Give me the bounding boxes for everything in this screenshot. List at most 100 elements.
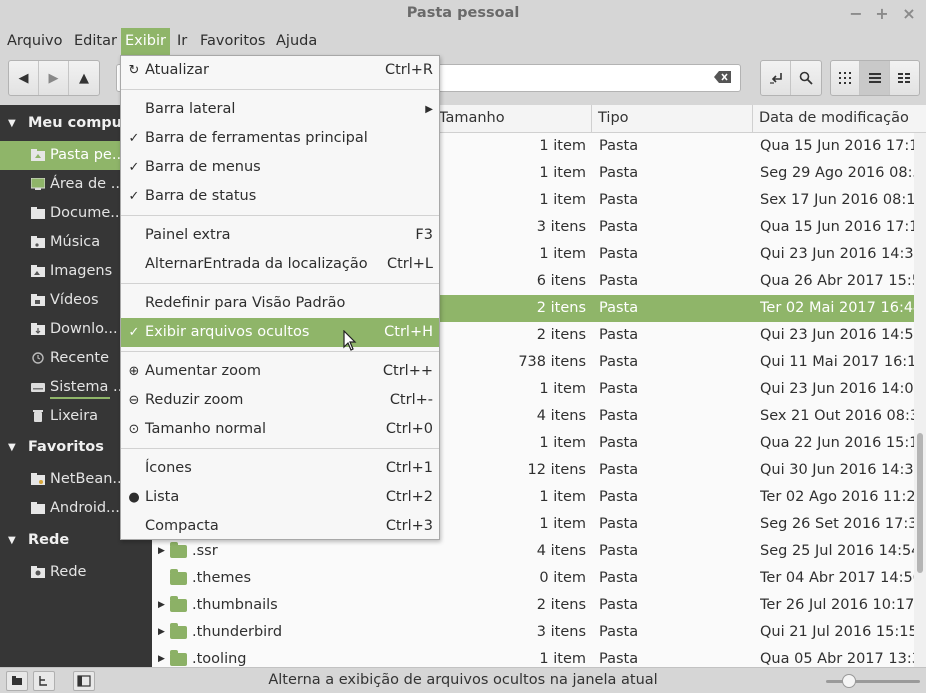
menu-item-atualizar[interactable]: ↻ Atualizar Ctrl+R [121, 56, 439, 85]
menu-item-alternarentrada-da-localizacao[interactable]: AlternarEntrada da localização Ctrl+L [121, 250, 439, 279]
compact-view-button[interactable] [890, 61, 919, 95]
navigation-buttons: ◀ ▶ ▲ [8, 60, 100, 96]
file-type: Pasta [599, 597, 639, 613]
menu-item-label: Barra de status [145, 188, 257, 204]
file-type: Pasta [599, 516, 639, 532]
file-date: Seg 25 Jul 2016 14:54 [760, 543, 914, 559]
file-date: Qui 23 Jun 2016 14:04 [760, 381, 914, 397]
search-button[interactable] [791, 61, 821, 95]
file-type: Pasta [599, 570, 639, 586]
status-text: Alterna a exibição de arquivos ocultos n… [268, 672, 658, 688]
menu-item-icones[interactable]: Ícones Ctrl+1 [121, 454, 439, 483]
zoom-slider-knob[interactable] [842, 674, 856, 688]
zoom-slider[interactable] [826, 674, 920, 688]
sidebar-item-network[interactable]: Rede [0, 558, 152, 587]
menu-item-redefinir-para-visao-padrao[interactable]: Redefinir para Visão Padrão [121, 289, 439, 318]
menu-item-tamanho-normal[interactable]: ⊙ Tamanho normal Ctrl+0 [121, 415, 439, 444]
up-button[interactable]: ▲ [69, 61, 99, 95]
file-size: 1 item [539, 489, 586, 505]
file-date: Qua 22 Jun 2016 15:1 [760, 435, 914, 451]
menu-item-label: Barra de ferramentas principal [145, 130, 368, 146]
file-type: Pasta [599, 165, 639, 181]
menu-item-exibir-arquivos-ocultos[interactable]: ✓ Exibir arquivos ocultos Ctrl+H [121, 318, 439, 347]
menu-item-reduzir-zoom[interactable]: ⊖ Reduzir zoom Ctrl+- [121, 386, 439, 415]
expander-right-icon[interactable]: ▶ [158, 592, 165, 619]
table-row[interactable]: ▶ .thunderbird 3 itens Pasta Qui 21 Jul 2016… [152, 619, 914, 646]
menu-exibir[interactable]: Exibir [121, 28, 170, 55]
list-view-button[interactable] [860, 61, 890, 95]
window-title: Pasta pessoal [406, 5, 520, 21]
menu-item-label: Tamanho normal [145, 421, 267, 437]
menu-item-accelerator: Ctrl+H [384, 324, 433, 340]
menu-item-lista[interactable]: ● Lista Ctrl+2 [121, 483, 439, 512]
folder-icon [170, 596, 187, 612]
column-date[interactable]: Data de modificação [752, 105, 926, 133]
file-name: .ssr [192, 543, 218, 559]
clear-icon[interactable] [714, 70, 732, 84]
menu-editar[interactable]: Editar [70, 28, 121, 55]
menu-item-accelerator: Ctrl+2 [385, 489, 433, 505]
file-date: Qua 05 Abr 2017 13:3 [760, 651, 914, 667]
menu-ajuda[interactable]: Ajuda [272, 28, 321, 55]
view-mode-buttons [830, 60, 920, 96]
icon-view-button[interactable] [831, 61, 861, 95]
toggle-location-button[interactable] [761, 61, 791, 95]
file-date: Qua 15 Jun 2016 17:1 [760, 138, 914, 154]
menu-item-label: Redefinir para Visão Padrão [145, 295, 346, 311]
file-type: Pasta [599, 408, 639, 424]
menu-item-painel-extra[interactable]: Painel extra F3 [121, 221, 439, 250]
menu-item-barra-de-status[interactable]: ✓ Barra de status [121, 182, 439, 211]
file-date: Ter 02 Ago 2016 11:2 [760, 489, 914, 505]
folder-icon [170, 650, 187, 666]
expander-right-icon[interactable]: ▶ [158, 538, 165, 565]
table-row[interactable]: .themes 0 item Pasta Ter 04 Abr 2017 14:50 [152, 565, 914, 592]
file-size: 1 item [539, 192, 586, 208]
file-date: Qui 23 Jun 2016 14:54 [760, 327, 914, 343]
checkmark-icon: ✓ [128, 131, 140, 146]
file-size: 4 itens [536, 408, 586, 424]
file-type: Pasta [599, 462, 639, 478]
menu-item-label: Ícones [145, 460, 192, 476]
drive-icon [31, 383, 45, 392]
expander-right-icon[interactable]: ▶ [158, 619, 165, 646]
file-size: 6 itens [536, 273, 586, 289]
column-size[interactable]: Tamanho [432, 105, 592, 133]
scrollbar-thumb[interactable] [917, 433, 923, 573]
expander-right-icon[interactable]: ▶ [158, 646, 165, 667]
menu-item-accelerator: Ctrl+1 [385, 460, 433, 476]
file-date: Sex 17 Jun 2016 08:17 [760, 192, 914, 208]
menu-item-accelerator: Ctrl++ [382, 363, 433, 379]
menu-favoritos[interactable]: Favoritos [196, 28, 269, 55]
table-row[interactable]: ▶ .ssr 4 itens Pasta Seg 25 Jul 2016 14:54 [152, 538, 914, 565]
menu-item-barra-de-menus[interactable]: ✓ Barra de menus [121, 153, 439, 182]
table-row[interactable]: ▶ .thumbnails 2 itens Pasta Ter 26 Jul 2016 … [152, 592, 914, 619]
menu-separator [121, 283, 439, 284]
menu-separator [121, 448, 439, 449]
menu-ir[interactable]: Ir [173, 28, 191, 55]
menu-item-aumentar-zoom[interactable]: ⊕ Aumentar zoom Ctrl++ [121, 357, 439, 386]
menu-item-barra-lateral[interactable]: Barra lateral ▶ [121, 95, 439, 124]
forward-button[interactable]: ▶ [39, 61, 69, 95]
menu-arquivo[interactable]: Arquivo [3, 28, 67, 55]
back-button[interactable]: ◀ [9, 61, 39, 95]
file-type: Pasta [599, 219, 639, 235]
file-size: 738 itens [518, 354, 586, 370]
zoom-in-icon: ⊕ [128, 364, 140, 379]
enter-arrow-icon [769, 73, 782, 84]
expander-down-icon: ▼ [8, 535, 16, 546]
close-button[interactable]: × [899, 4, 919, 24]
file-size: 3 itens [536, 624, 586, 640]
menu-item-compacta[interactable]: Compacta Ctrl+3 [121, 512, 439, 541]
table-row[interactable]: ▶ .tooling 1 item Pasta Qua 05 Abr 2017 13:3 [152, 646, 914, 667]
minimize-button[interactable]: − [846, 4, 866, 24]
music-folder-icon [31, 236, 45, 248]
vertical-scrollbar[interactable] [914, 133, 926, 667]
menu-item-barra-de-ferramentas-principal[interactable]: ✓ Barra de ferramentas principal [121, 124, 439, 153]
mouse-pointer-icon [343, 330, 357, 351]
column-type[interactable]: Tipo [591, 105, 753, 133]
maximize-button[interactable]: + [872, 4, 892, 24]
videos-folder-icon [31, 294, 45, 306]
file-size: 1 item [539, 381, 586, 397]
menu-item-accelerator: Ctrl+0 [385, 421, 433, 437]
file-name: .thumbnails [192, 597, 278, 613]
